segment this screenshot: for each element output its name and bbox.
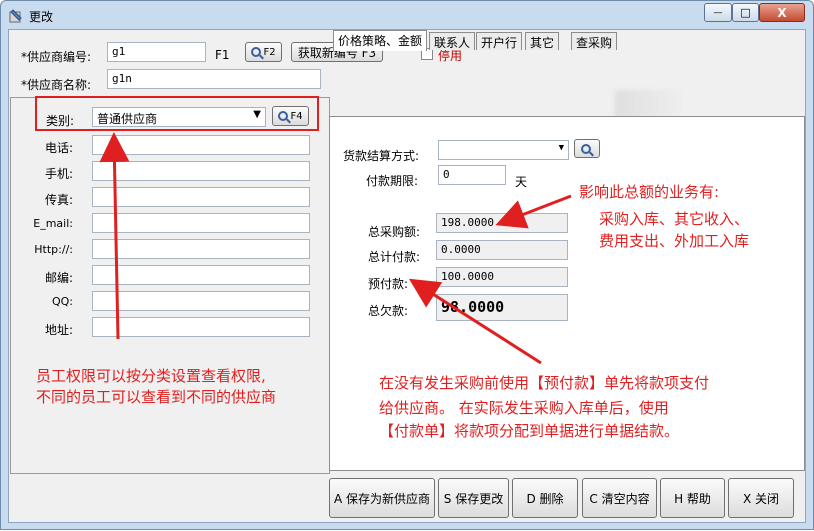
arrow-to-prepaid <box>408 278 542 365</box>
annotation-arrows <box>99 132 572 365</box>
note-amount-line-3: 费用支出、外加工入库 <box>599 232 750 250</box>
arrow-to-total-purchase <box>495 194 572 229</box>
note-prepay-line-2: 给供应商。 在实际发生采购入库单后，使用 <box>379 399 669 417</box>
note-permission-line-1: 员工权限可以按分类设置查看权限, <box>36 367 266 385</box>
note-permission-line-2: 不同的员工可以查看到不同的供应商 <box>36 388 277 406</box>
note-prepay-line-1: 在没有发生采购前使用【预付款】单先将款项支付 <box>379 374 710 392</box>
note-prepay-line-3: 【付款单】将款项分配到单据进行单据结款。 <box>379 422 680 440</box>
arrow-to-category <box>99 132 130 340</box>
note-amount-line-1: 影响此总额的业务有: <box>579 183 720 201</box>
note-amount-line-2: 采购入库、其它收入、 <box>599 210 750 228</box>
edit-supplier-window: 更改 — □ X *供应商编号: g1 F1 F2 获取新编号 F3 停用 *供… <box>0 0 814 530</box>
tab-price-amount[interactable]: 价格策略、金额 <box>333 30 428 51</box>
